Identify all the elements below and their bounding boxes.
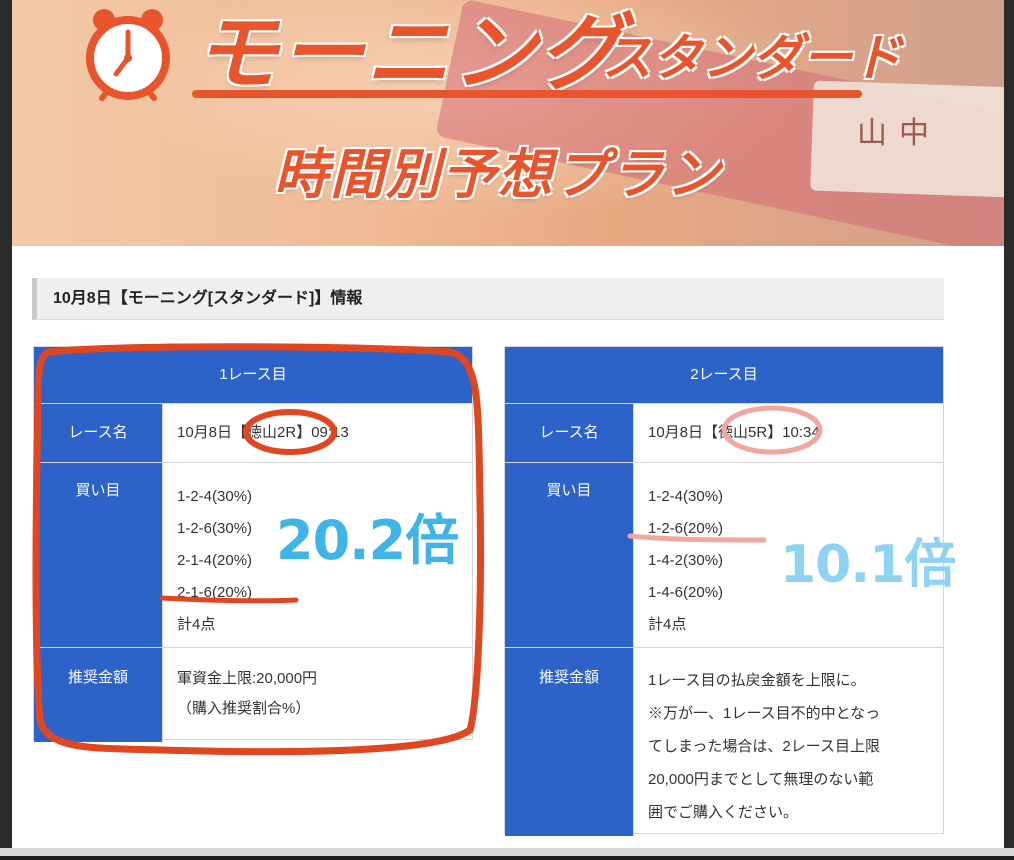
bet-line: 2-1-6(20%)	[177, 584, 253, 601]
odds-annotation-2: 10.1倍	[780, 535, 956, 595]
bottom-border-line	[0, 856, 1014, 860]
race-name-row: レース名 10月8日【徳山2R】09:13	[34, 403, 472, 462]
race-name-label: レース名	[34, 404, 162, 462]
bet-line: 1-2-4(30%)	[648, 488, 724, 505]
odds-annotation-1: 20.2倍	[276, 509, 459, 572]
left-border	[0, 0, 12, 860]
amount-row: 推奨金額 軍資金上限:20,000円 （購入推奨割合%）	[34, 647, 472, 742]
race-name-label: レース名	[505, 404, 633, 462]
hero-banner: 山中 モーニング スタンダード 時間別予想プラン	[12, 0, 1004, 246]
race-table-header: 1レース目	[34, 347, 472, 403]
race-name-row: レース名 10月8日【徳山5R】10:34	[505, 403, 943, 462]
race-name-value: 10月8日【徳山2R】09:13	[162, 404, 472, 462]
race-table-header: 2レース目	[505, 347, 943, 403]
bet-total: 計4点	[177, 616, 216, 633]
banner-title-sub: スタンダード	[602, 29, 902, 87]
amount-value: 1レース目の払戻金額を上限に。 ※万が一、1レース目不的中となっ てしまった場合…	[633, 648, 943, 836]
section-header: 10月8日【モーニング[スタンダード]】情報	[32, 278, 944, 320]
bet-total: 計4点	[648, 616, 687, 633]
banner-nameplate-text: 山中	[857, 116, 941, 151]
amount-line: ※万が一、1レース目不的中となっ	[648, 705, 881, 722]
amount-row: 推奨金額 1レース目の払戻金額を上限に。 ※万が一、1レース目不的中となっ てし…	[505, 647, 943, 836]
amount-line: 囲でご購入ください。	[648, 804, 799, 821]
right-border	[1004, 0, 1014, 860]
amount-value: 軍資金上限:20,000円 （購入推奨割合%）	[162, 648, 472, 742]
amount-line: （購入推奨割合%）	[177, 700, 311, 717]
race-name-value: 10月8日【徳山5R】10:34	[633, 404, 943, 462]
banner-title-plan: 時間別予想プラン	[274, 143, 722, 206]
alarm-clock-icon	[86, 9, 170, 101]
bets-label: 買い目	[34, 463, 162, 647]
amount-line: てしまった場合は、2レース目上限	[648, 738, 880, 755]
bets-label: 買い目	[505, 463, 633, 647]
amount-line: 20,000円までとして無理のない範	[648, 771, 874, 788]
amount-label: 推奨金額	[34, 648, 162, 742]
banner-title-underline	[192, 90, 862, 98]
amount-line: 軍資金上限:20,000円	[177, 670, 318, 687]
amount-label: 推奨金額	[505, 648, 633, 836]
amount-line: 1レース目の払戻金額を上限に。	[648, 672, 866, 689]
